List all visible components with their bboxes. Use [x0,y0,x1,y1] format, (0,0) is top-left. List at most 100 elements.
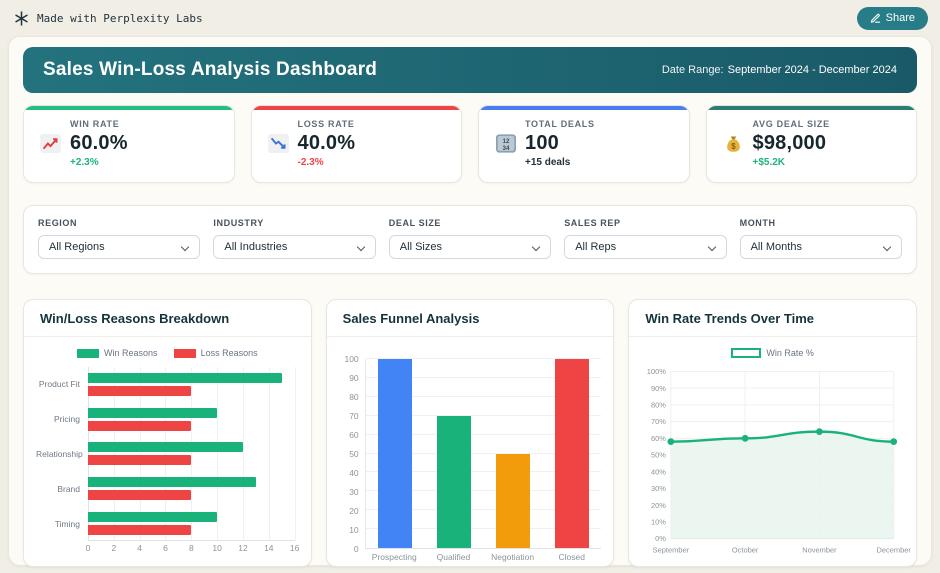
sales-funnel-chart: 0102030405060708090100 ProspectingQualif… [327,337,614,570]
legend-item: Win Rate % [731,348,814,358]
tick-label: 8 [189,543,194,553]
line-point [816,428,823,435]
kpi-value: 60.0% [70,132,128,155]
money-bag-icon: $ [723,134,744,154]
chevron-down-icon [181,243,189,251]
tick-label: 80 [349,392,358,402]
svg-text:September: September [653,546,690,555]
legend-label: Win Rate % [766,348,814,358]
tick-label: 50 [349,449,358,459]
chart-y-axis: 0102030405060708090100 [339,359,365,549]
svg-text:90%: 90% [651,384,666,393]
industry-select[interactable]: All Industries [213,235,375,259]
bar [88,525,191,535]
chart-card-winloss-reasons: Win/Loss Reasons Breakdown Win ReasonsLo… [23,299,312,567]
deal-size-select[interactable]: All Sizes [389,235,551,259]
sales-rep-select[interactable]: All Reps [564,235,726,259]
kpi-delta: +$5.2K [753,157,903,168]
bar-group: Timing [36,512,295,535]
brand-text: Made with Perplexity Labs [37,12,203,25]
bar [88,386,191,396]
win-rate-trends-chart: Win Rate % 0%10%20%30%40%50%60%70%80%90%… [629,337,916,566]
legend-item: Win Reasons [77,348,158,358]
chart-plot: 0%10%20%30%40%50%60%70%80%90%100%Septemb… [641,365,904,557]
svg-text:November: November [803,546,838,555]
bar [88,455,191,465]
bar [555,359,589,548]
chart-x-axis: 0246810121416 [88,541,295,554]
legend-swatch [731,348,761,358]
chart-legend: Win Rate % [641,345,904,361]
category-label: Timing [36,519,88,529]
tick-label: 40 [349,468,358,478]
tick-label: Prospecting [365,552,424,562]
tick-label: 90 [349,373,358,383]
dashboard-panel: Sales Win-Loss Analysis Dashboard Date R… [8,36,932,566]
tick-label: 10 [212,543,221,553]
legend-label: Win Reasons [104,348,158,358]
line-chart-svg: 0%10%20%30%40%50%60%70%80%90%100%Septemb… [641,365,904,557]
svg-text:December: December [877,546,912,555]
region-select[interactable]: All Regions [38,235,200,259]
tick-label: 10 [349,525,358,535]
tick-label: 4 [137,543,142,553]
svg-text:100%: 100% [647,367,666,376]
dashboard-header: Sales Win-Loss Analysis Dashboard Date R… [23,47,917,93]
svg-text:October: October [732,546,759,555]
line-point [742,435,749,442]
chart-x-axis: ProspectingQualifiedNegotiationClosed [365,549,602,564]
charts-row: Win/Loss Reasons Breakdown Win ReasonsLo… [23,299,917,567]
filters-bar: REGION All Regions INDUSTRY All Industri… [23,205,917,274]
share-button[interactable]: Share [857,7,928,30]
chevron-down-icon [532,243,540,251]
category-label: Brand [36,484,88,494]
svg-text:10%: 10% [651,517,666,526]
winloss-reasons-chart: Win Reasons Loss Reasons Product Fit Prici… [24,337,311,566]
chart-plot: Product Fit Pricing Relationship Brand Timin… [36,365,299,541]
trend-up-icon [40,134,61,154]
bar-group: Relationship [36,442,295,465]
kpi-row: WIN RATE 60.0% +2.3% LOSS RATE [23,105,917,183]
tick-label: 30 [349,487,358,497]
tick-label: 12 [238,543,247,553]
kpi-card-loss-rate: LOSS RATE 40.0% -2.3% [251,105,463,183]
svg-text:34: 34 [502,145,509,152]
filter-region: REGION All Regions [38,218,200,259]
tick-label: 16 [290,543,299,553]
brand: Made with Perplexity Labs [14,11,203,26]
perplexity-logo-icon [14,11,29,26]
tick-label: 20 [349,506,358,516]
kpi-delta: +2.3% [70,157,220,168]
bar-group: Pricing [36,408,295,431]
bar [88,421,191,431]
category-label: Product Fit [36,379,88,389]
tick-label: 6 [163,543,168,553]
svg-text:12: 12 [502,138,509,145]
svg-text:60%: 60% [651,434,666,443]
legend-label: Loss Reasons [201,348,258,358]
legend-swatch [174,349,196,358]
svg-text:0%: 0% [655,534,666,543]
bar [88,373,282,383]
tick-label: 60 [349,430,358,440]
category-label: Relationship [36,449,88,459]
chart-card-win-rate-trends: Win Rate Trends Over Time Win Rate % 0% 1… [628,299,917,567]
kpi-card-total-deals: TOTAL DEALS 12 34 100 +15 deals [478,105,690,183]
bar-group: Brand [36,477,295,500]
bar [437,416,471,548]
svg-text:$: $ [731,142,736,151]
area-fill [671,432,894,539]
chart-title: Win Rate Trends Over Time [629,300,916,337]
tick-label: Qualified [424,552,483,562]
tick-label: Closed [542,552,601,562]
month-select[interactable]: All Months [740,235,902,259]
kpi-card-avg-deal-size: AVG DEAL SIZE $ $98,000 +$5.2K [706,105,918,183]
topbar: Made with Perplexity Labs Share [0,0,940,36]
bar [496,454,530,549]
chevron-down-icon [883,243,891,251]
svg-text:40%: 40% [651,467,666,476]
kpi-delta: -2.3% [298,157,448,168]
filter-sales-rep: SALES REP All Reps [564,218,726,259]
svg-text:70%: 70% [651,417,666,426]
date-range: Date Range:September 2024 - December 202… [662,64,897,76]
